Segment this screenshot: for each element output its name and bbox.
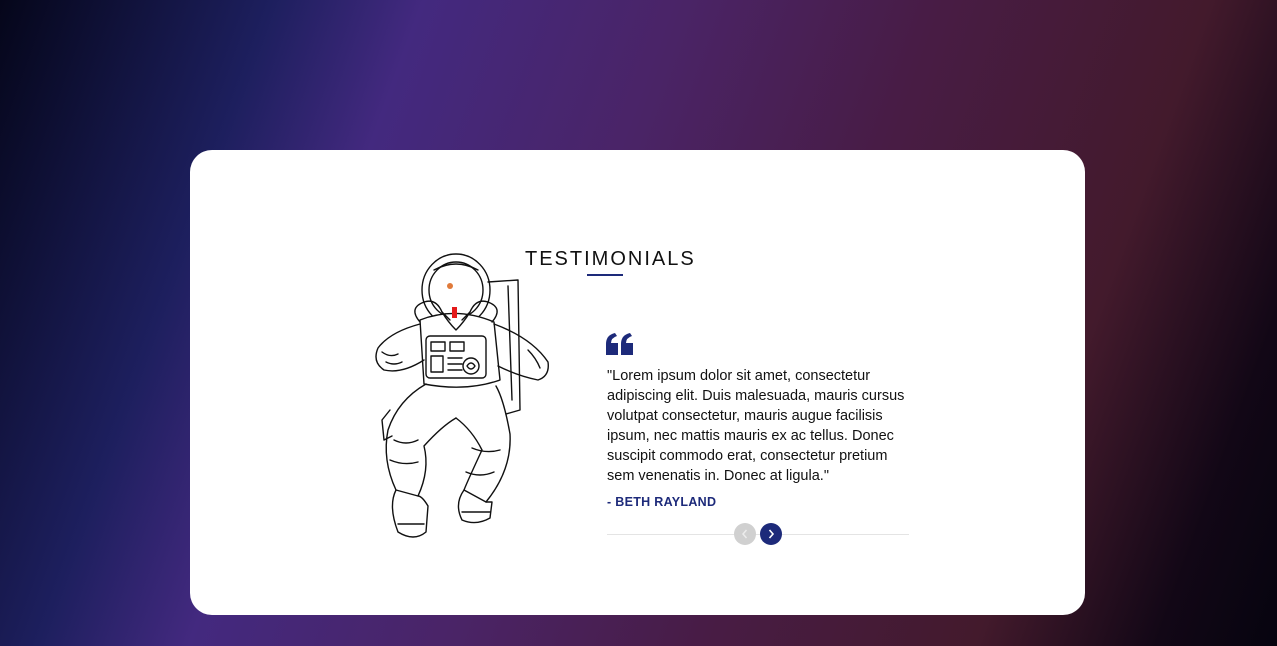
testimonial-card: TESTIMONIALS "Lorem ipsum dolor sit amet… bbox=[190, 150, 1085, 615]
chevron-right-icon bbox=[768, 529, 775, 539]
next-button[interactable] bbox=[760, 523, 782, 545]
divider bbox=[607, 534, 909, 535]
testimonial-quote: "Lorem ipsum dolor sit amet, consectetur… bbox=[607, 368, 905, 484]
testimonial-author: - BETH RAYLAND bbox=[607, 495, 717, 509]
chevron-left-icon bbox=[742, 529, 748, 539]
quote-icon bbox=[606, 333, 633, 355]
previous-button[interactable] bbox=[734, 523, 756, 545]
astronaut-illustration bbox=[375, 253, 549, 538]
section-title: TESTIMONIALS bbox=[525, 248, 696, 270]
title-underline bbox=[587, 274, 623, 276]
